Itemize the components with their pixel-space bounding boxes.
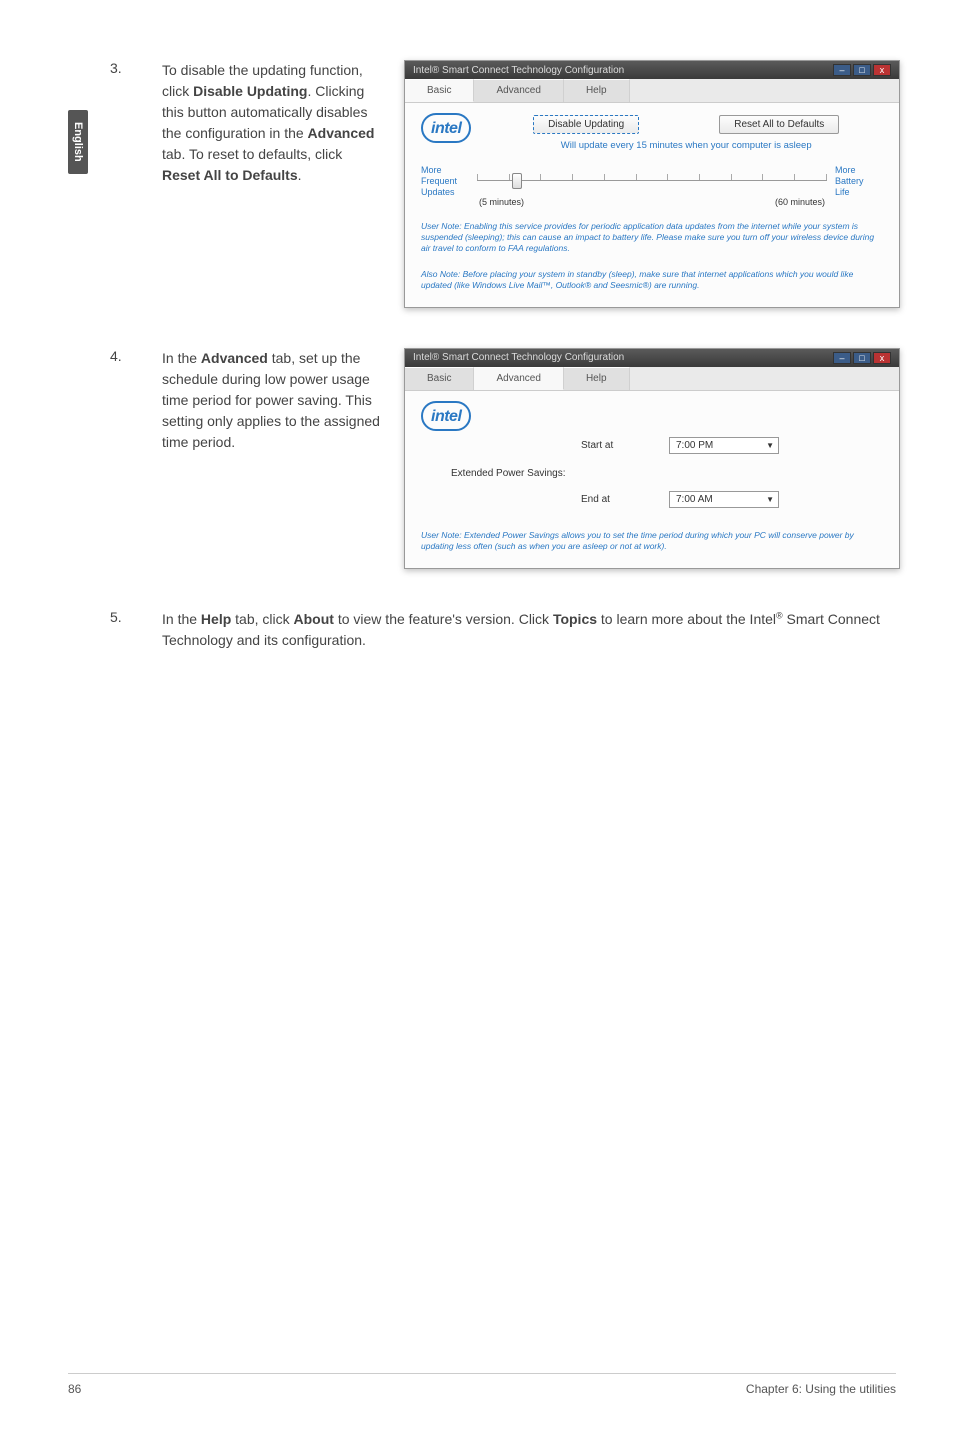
text: tab. To reset to defaults, click [162,146,342,162]
close-icon[interactable]: x [873,64,891,76]
tab-help[interactable]: Help [564,79,630,102]
slider-left-label: More Frequent Updates [421,165,469,197]
minimize-icon[interactable]: – [833,352,851,364]
maximize-icon[interactable]: □ [853,352,871,364]
registered-mark: ® [776,610,783,620]
config-window-basic: Intel® Smart Connect Technology Configur… [404,60,900,308]
end-at-label: End at [581,494,641,505]
tab-basic[interactable]: Basic [405,367,474,390]
bold: About [294,611,334,627]
step-text: To disable the updating function, click … [162,60,382,186]
button-row: Disable Updating Reset All to Defaults [489,115,883,134]
step-4: 4. In the Advanced tab, set up the sched… [110,348,900,569]
tabs: Basic Advanced Help [405,79,899,103]
close-icon[interactable]: x [873,352,891,364]
text: . [298,167,302,183]
text: Updates [421,187,469,198]
config-window-advanced: Intel® Smart Connect Technology Configur… [404,348,900,569]
window-controls: – □ x [833,64,891,76]
panel: intel Start at 7:00 PM ▼ Extended Power … [405,391,899,568]
user-note-1: User Note: Enabling this service provide… [421,221,883,254]
slider-right-label: More Battery Life [835,165,883,197]
tab-advanced[interactable]: Advanced [474,79,563,102]
text: More [835,165,883,176]
titlebar: Intel® Smart Connect Technology Configur… [405,349,899,367]
end-at-value: 7:00 AM [676,494,713,505]
chevron-down-icon: ▼ [766,495,774,504]
slider-thumb[interactable] [512,173,522,189]
text: Battery [835,176,883,187]
window-controls: – □ x [833,352,891,364]
frequency-slider-row: More Frequent Updates More Battery [421,165,883,197]
step-number: 4. [110,348,162,364]
text: Frequent [421,176,469,187]
frequency-slider[interactable] [477,166,827,196]
tabs: Basic Advanced Help [405,367,899,391]
tab-advanced[interactable]: Advanced [474,367,563,390]
step-number: 5. [110,609,162,625]
user-note-2: Also Note: Before placing your system in… [421,269,883,291]
text: to learn more about the Intel [597,611,776,627]
text: More [421,165,469,176]
step-5: 5. In the Help tab, click About to view … [110,609,900,651]
scale-left: (5 minutes) [479,197,524,207]
text: tab, click [231,611,293,627]
bold: Help [201,611,231,627]
main-content: 3. To disable the updating function, cli… [110,60,900,679]
side-tab-english: English [68,110,88,174]
tab-help[interactable]: Help [564,367,630,390]
slider-track [477,180,827,182]
bold: Disable Updating [193,83,307,99]
user-note: User Note: Extended Power Savings allows… [421,530,883,552]
step-text: In the Help tab, click About to view the… [162,609,900,651]
start-at-row: Start at 7:00 PM ▼ [581,437,883,454]
intel-logo: intel [421,401,471,431]
bold: Topics [553,611,597,627]
scale-right: (60 minutes) [775,197,825,207]
window-title: Intel® Smart Connect Technology Configur… [413,352,624,363]
intel-logo: intel [421,113,471,143]
text: to view the feature's version. Click [334,611,553,627]
step-number: 3. [110,60,162,76]
text: In the [162,350,201,366]
step-3: 3. To disable the updating function, cli… [110,60,900,308]
minimize-icon[interactable]: – [833,64,851,76]
start-at-dropdown[interactable]: 7:00 PM ▼ [669,437,779,454]
extended-power-savings-label: Extended Power Savings: [451,468,883,479]
bold: Advanced [308,125,375,141]
chapter-title: Chapter 6: Using the utilities [746,1382,896,1396]
page-number: 86 [68,1382,81,1396]
end-at-dropdown[interactable]: 7:00 AM ▼ [669,491,779,508]
text: Life [835,187,883,198]
chevron-down-icon: ▼ [766,441,774,450]
end-at-row: End at 7:00 AM ▼ [581,491,883,508]
maximize-icon[interactable]: □ [853,64,871,76]
tab-basic[interactable]: Basic [405,79,474,102]
reset-defaults-button[interactable]: Reset All to Defaults [719,115,839,134]
page-footer: 86 Chapter 6: Using the utilities [68,1373,896,1396]
panel: intel Disable Updating Reset All to Defa… [405,103,899,307]
bold: Reset All to Defaults [162,167,298,183]
titlebar: Intel® Smart Connect Technology Configur… [405,61,899,79]
step-text: In the Advanced tab, set up the schedule… [162,348,382,453]
update-interval-text: Will update every 15 minutes when your c… [489,140,883,151]
start-at-value: 7:00 PM [676,440,713,451]
start-at-label: Start at [581,440,641,451]
text: In the [162,611,201,627]
window-title: Intel® Smart Connect Technology Configur… [413,65,624,76]
disable-updating-button[interactable]: Disable Updating [533,115,639,134]
bold: Advanced [201,350,268,366]
